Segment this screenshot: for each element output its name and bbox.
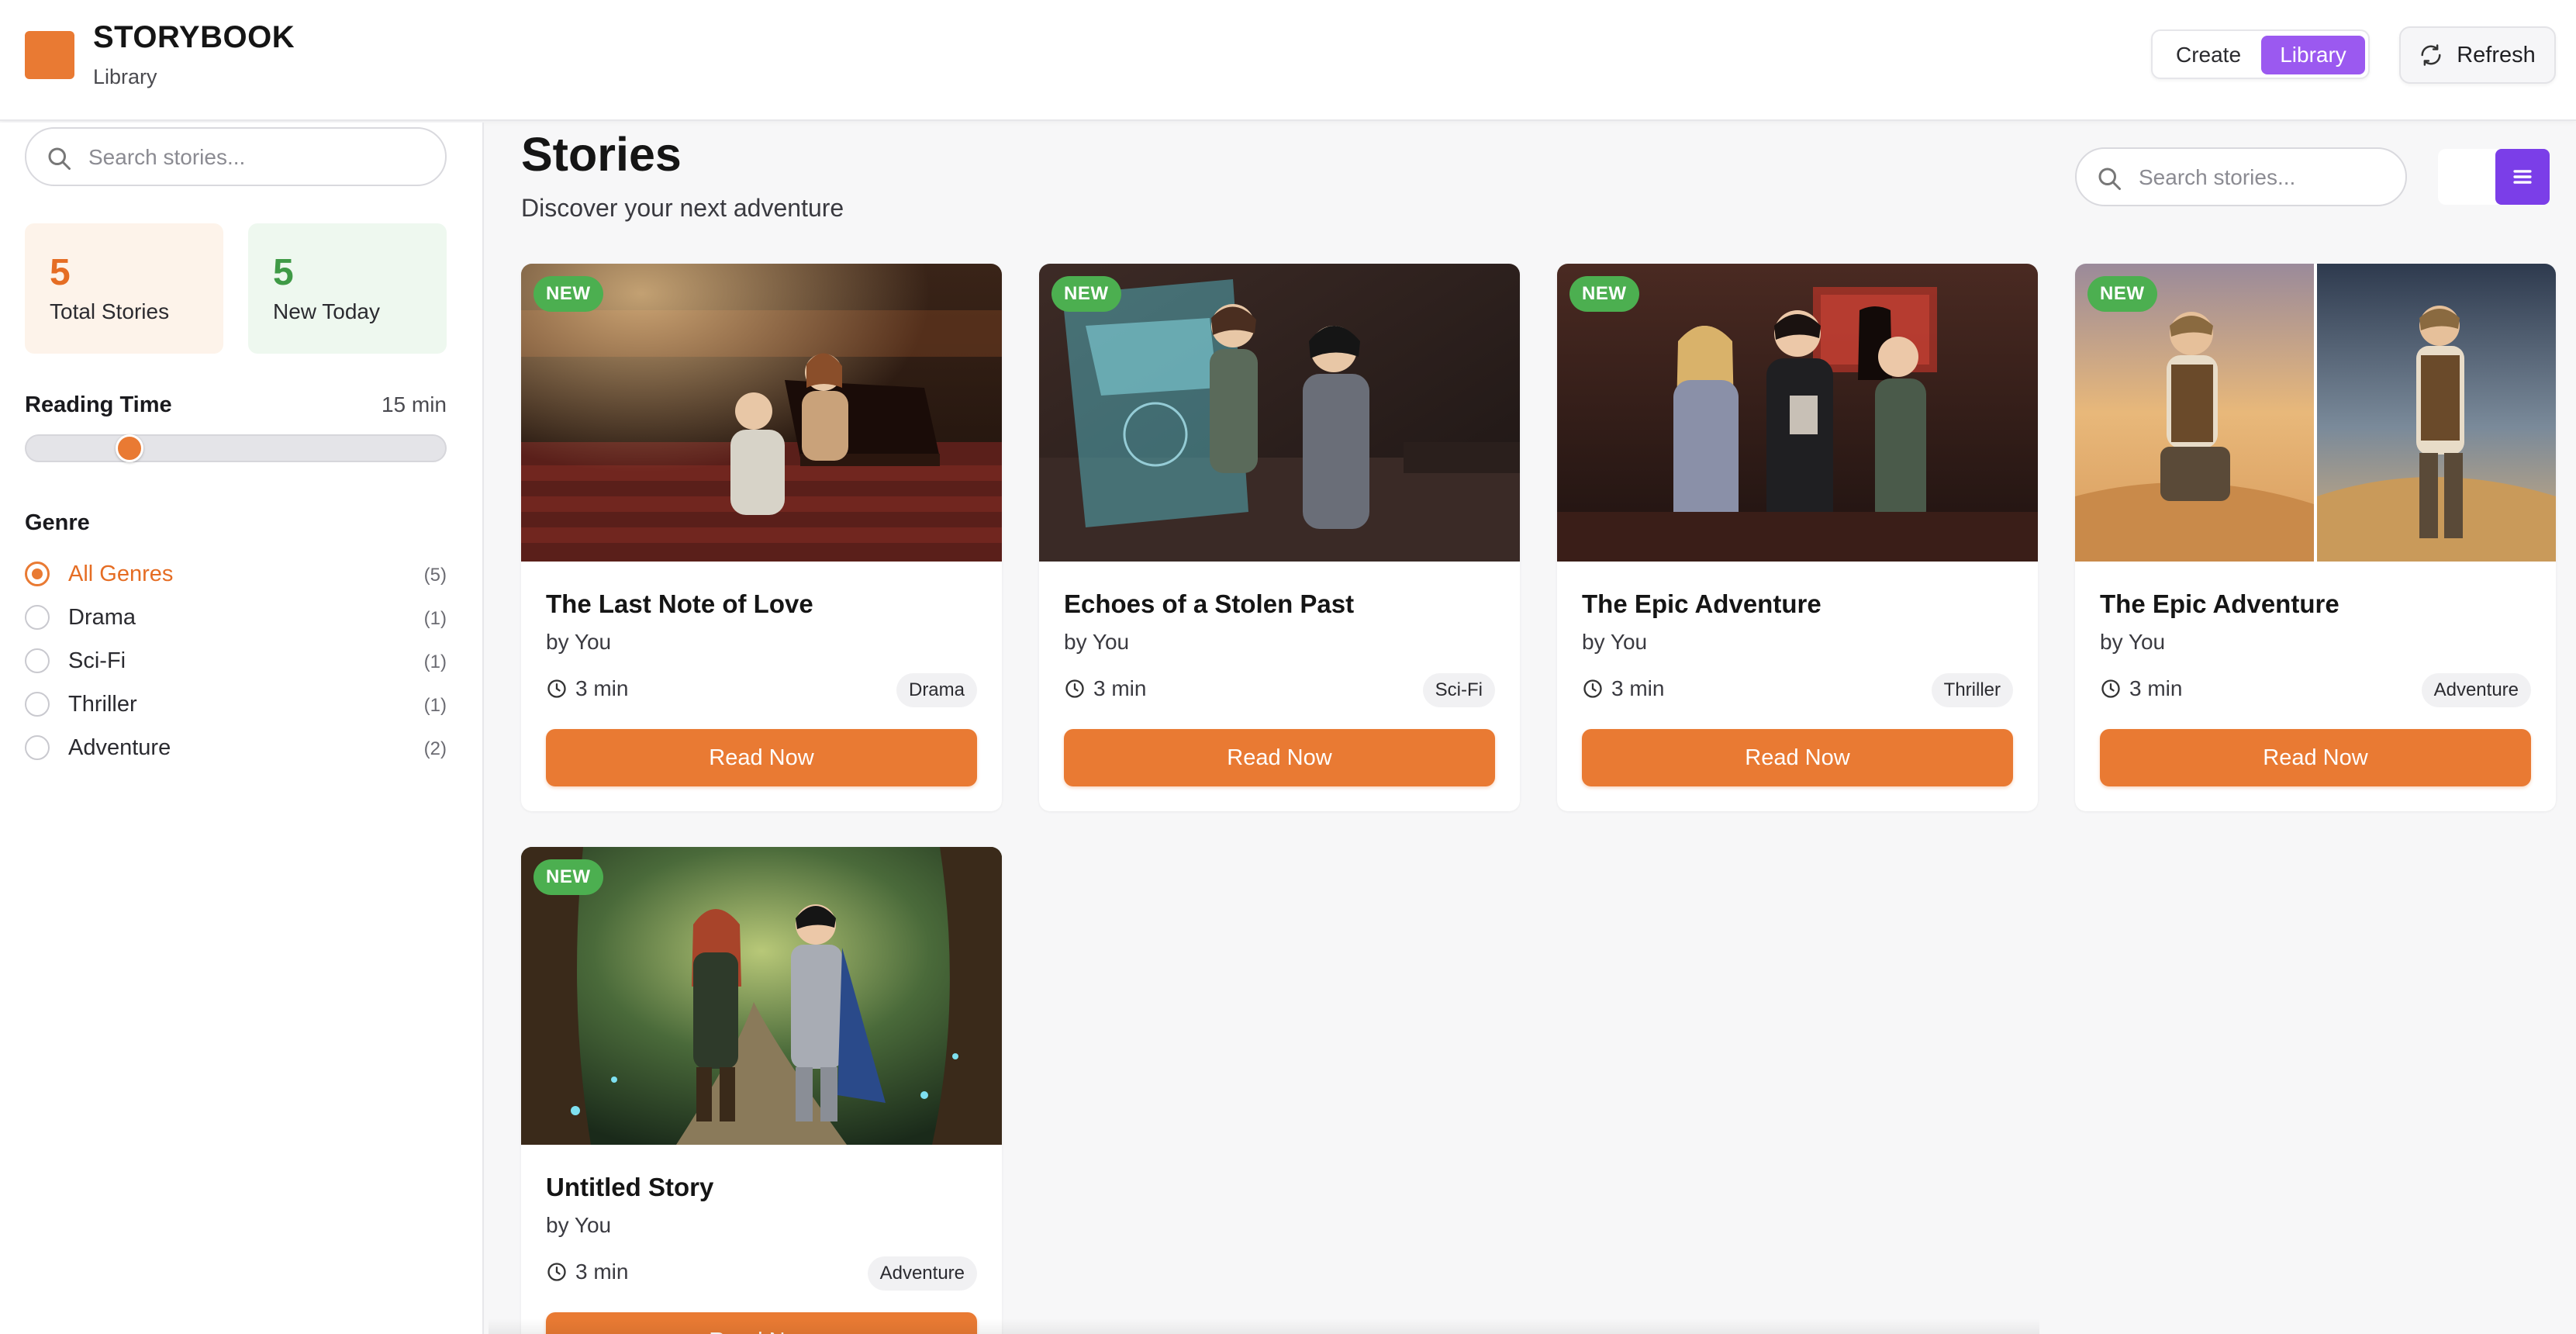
genre-option-all[interactable]: All Genres (5) — [25, 555, 447, 593]
story-genre-tag: Thriller — [1931, 673, 2013, 707]
story-card[interactable]: NEW Untitled Story by You 3 min Adventur… — [521, 847, 1002, 1334]
refresh-icon — [2421, 44, 2441, 66]
reading-time-slider-thumb[interactable] — [115, 434, 143, 462]
refresh-label: Refresh — [2457, 42, 2536, 67]
list-view-button[interactable] — [2495, 149, 2550, 205]
stat-new-today: 5 New Today — [248, 223, 447, 354]
story-read-time: 3 min — [1611, 676, 1665, 700]
top-header: STORYBOOK Library Create Library Refresh — [0, 0, 2576, 121]
genre-name: All Genres — [68, 562, 174, 586]
story-author: by You — [2100, 630, 2166, 654]
mode-toggle: Create Library — [2151, 29, 2370, 79]
genre-count: (2) — [423, 738, 447, 759]
grid-view-button[interactable] — [2438, 149, 2492, 205]
brand-title: STORYBOOK — [93, 20, 295, 54]
reading-time-label: Reading Time — [25, 392, 172, 417]
story-title: Untitled Story — [546, 1173, 714, 1201]
story-card[interactable]: NEW Echoes of a Stolen Past by You 3 min… — [1039, 264, 1520, 811]
page-title: Stories — [521, 128, 682, 181]
genre-option-drama[interactable]: Drama (1) — [25, 599, 447, 636]
genre-count: (1) — [423, 695, 447, 716]
reading-time-value: 15 min — [381, 392, 447, 416]
page-subtitle: Discover your next adventure — [521, 194, 844, 222]
story-title: The Epic Adventure — [2100, 589, 2339, 618]
genre-count: (1) — [423, 651, 447, 672]
story-author: by You — [1064, 630, 1130, 654]
genre-name: Thriller — [68, 692, 137, 717]
library-tab[interactable]: Library — [2261, 36, 2365, 74]
genre-count: (1) — [423, 608, 447, 629]
clock-icon — [2101, 679, 2120, 698]
sidebar-search — [25, 127, 447, 186]
new-badge: NEW — [2087, 276, 2157, 312]
main-search-input[interactable] — [2139, 163, 2395, 192]
genre-name: Drama — [68, 605, 136, 630]
read-now-button[interactable]: Read Now — [2100, 729, 2531, 786]
story-read-time: 3 min — [2129, 676, 2183, 700]
read-now-button[interactable]: Read Now — [1064, 729, 1495, 786]
radio-button[interactable] — [25, 648, 50, 673]
search-icon — [2098, 168, 2121, 190]
genre-name: Adventure — [68, 735, 171, 760]
story-author: by You — [1582, 630, 1648, 654]
clock-icon — [1583, 679, 1602, 698]
story-card[interactable]: NEW The Last Note of Love by You 3 min D… — [521, 264, 1002, 811]
create-tab[interactable]: Create — [2159, 36, 2258, 74]
stat-label: Total Stories — [50, 299, 170, 323]
view-toggle — [2438, 149, 2550, 205]
stat-value: 5 — [50, 252, 71, 293]
story-read-time: 3 min — [575, 1260, 629, 1284]
new-badge: NEW — [534, 276, 603, 312]
story-title: Echoes of a Stolen Past — [1064, 589, 1355, 618]
genre-option-scifi[interactable]: Sci-Fi (1) — [25, 642, 447, 679]
radio-button[interactable] — [25, 692, 50, 717]
genre-option-thriller[interactable]: Thriller (1) — [25, 686, 447, 723]
story-read-time: 3 min — [1093, 676, 1147, 700]
story-genre-tag: Drama — [896, 673, 977, 707]
stat-value: 5 — [273, 252, 294, 293]
clock-icon — [1065, 679, 1084, 698]
stat-total-stories: 5 Total Stories — [25, 223, 223, 354]
story-genre-tag: Sci-Fi — [1422, 673, 1495, 707]
story-meta: 3 min — [1064, 673, 1146, 704]
story-meta: 3 min — [2100, 673, 2182, 704]
story-genre-tag: Adventure — [867, 1256, 977, 1291]
sidebar: 5 Total Stories 5 New Today Reading Time… — [0, 123, 484, 1334]
scroll-fade — [489, 1318, 2039, 1334]
radio-button[interactable] — [25, 562, 50, 586]
list-icon — [2513, 170, 2532, 184]
genre-name: Sci-Fi — [68, 648, 126, 673]
story-card[interactable]: NEW The Epic Adventure by You 3 min Adve… — [2075, 264, 2556, 811]
genre-count: (5) — [423, 565, 447, 586]
app-logo — [25, 31, 74, 79]
genre-option-adventure[interactable]: Adventure (2) — [25, 729, 447, 766]
main-search — [2075, 147, 2407, 206]
story-meta: 3 min — [546, 1256, 628, 1287]
clock-icon — [547, 679, 566, 698]
refresh-button[interactable]: Refresh — [2399, 26, 2556, 84]
reading-time-slider[interactable] — [25, 434, 447, 462]
story-author: by You — [546, 630, 612, 654]
read-now-button[interactable]: Read Now — [546, 729, 977, 786]
radio-button[interactable] — [25, 605, 50, 630]
genre-heading: Genre — [25, 510, 90, 535]
story-title: The Last Note of Love — [546, 589, 813, 618]
radio-button[interactable] — [25, 735, 50, 760]
read-now-button[interactable]: Read Now — [1582, 729, 2013, 786]
story-author: by You — [546, 1213, 612, 1237]
new-badge: NEW — [1051, 276, 1121, 312]
search-icon — [48, 147, 71, 170]
story-read-time: 3 min — [575, 676, 629, 700]
new-badge: NEW — [1569, 276, 1639, 312]
stat-label: New Today — [273, 299, 381, 323]
sidebar-search-input[interactable] — [88, 143, 430, 172]
story-genre-tag: Adventure — [2421, 673, 2531, 707]
brand-subtitle: Library — [93, 65, 157, 88]
clock-icon — [547, 1263, 566, 1281]
story-meta: 3 min — [1582, 673, 1664, 704]
story-meta: 3 min — [546, 673, 628, 704]
story-card[interactable]: NEW The Epic Adventure by You 3 min Thri… — [1557, 264, 2038, 811]
new-badge: NEW — [534, 859, 603, 895]
story-title: The Epic Adventure — [1582, 589, 1822, 618]
